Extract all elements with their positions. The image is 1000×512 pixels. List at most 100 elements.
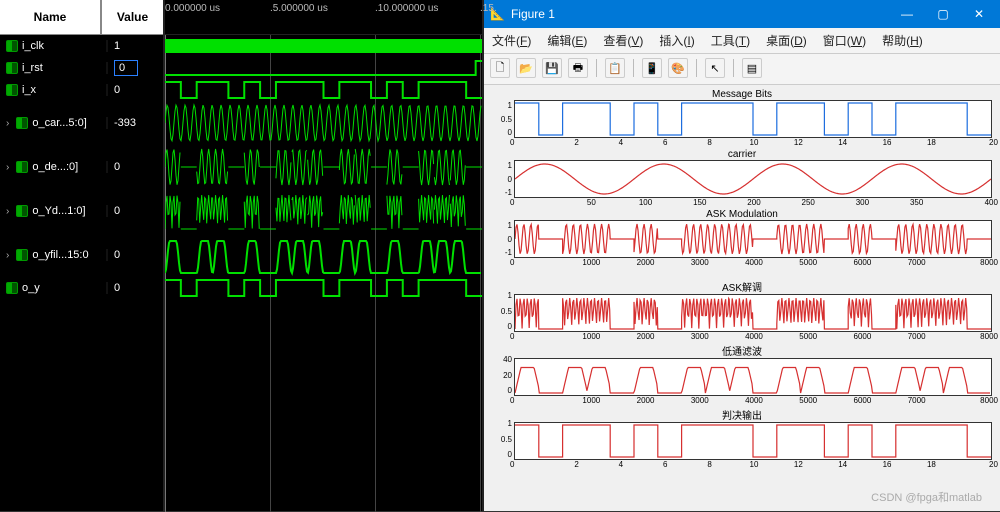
x-tick: 2000 [618, 396, 672, 405]
signal-row[interactable]: i_clk1 [0, 35, 163, 57]
x-tick: 10 [732, 138, 776, 147]
menu-item[interactable]: 工具(T) [711, 32, 750, 49]
waveform-viewer[interactable]: 0.000000 us.5.000000 us.10.000000 us.15. [163, 0, 484, 511]
signal-row[interactable]: o_y0 [0, 277, 163, 299]
y-tick: -1 [505, 248, 512, 257]
x-tick: 8000 [944, 396, 998, 405]
wave-row [165, 35, 482, 57]
title-bar[interactable]: 📐 Figure 1 — ▢ ✕ [484, 0, 1000, 28]
signal-row[interactable]: i_rst 0 [0, 57, 163, 79]
menu-item[interactable]: 文件(F) [492, 32, 531, 49]
signal-row[interactable]: i_x0 [0, 79, 163, 101]
color-icon[interactable]: 🎨 [668, 58, 688, 78]
toolbar-separator [696, 59, 697, 77]
signal-value: 0 [114, 249, 120, 261]
y-tick: 40 [503, 355, 512, 364]
x-tick: 18 [909, 138, 953, 147]
x-tick: 5000 [781, 396, 835, 405]
signal-name: i_rst [22, 62, 43, 74]
copy-icon[interactable]: 📋 [605, 58, 625, 78]
y-tick: 1 [508, 221, 512, 230]
menu-item[interactable]: 插入(I) [659, 32, 694, 49]
minimize-button[interactable]: — [892, 7, 922, 21]
signal-name: o_de...:0] [32, 161, 78, 173]
x-tick: 300 [835, 198, 889, 207]
x-tick: 4000 [727, 258, 781, 267]
time-tick: .15. [480, 3, 497, 14]
y-tick: 0.5 [501, 435, 512, 444]
pointer-icon[interactable]: ↖ [705, 58, 725, 78]
print-icon[interactable]: 🖶 [568, 58, 588, 78]
x-tick: 2 [554, 138, 598, 147]
x-tick: 2 [554, 460, 598, 469]
x-tick: 350 [890, 198, 944, 207]
x-tick: 7000 [890, 258, 944, 267]
menu-item[interactable]: 帮助(H) [882, 32, 923, 49]
x-tick: 0 [510, 198, 564, 207]
expand-icon[interactable] [6, 117, 12, 129]
x-tick: 14 [821, 138, 865, 147]
signal-value: 1 [114, 40, 120, 52]
signal-value: 0 [114, 161, 120, 173]
expand-icon[interactable] [6, 161, 12, 173]
axes[interactable] [514, 160, 992, 198]
matlab-figure-window: 📐 Figure 1 — ▢ ✕ 文件(F) 编辑(E) 查看(V) 插入(I) 工具(… [484, 0, 1000, 511]
y-tick: 0.5 [501, 307, 512, 316]
signal-name: o_y [22, 282, 40, 294]
signal-name: o_Yd...1:0] [32, 205, 85, 217]
signal-row[interactable]: o_de...:0] 0 [0, 145, 163, 189]
expand-icon[interactable] [6, 205, 12, 217]
y-tick: 1 [508, 101, 512, 110]
new-file-icon[interactable]: 🗋 [490, 58, 510, 78]
x-tick: 5000 [781, 332, 835, 341]
signal-icon [16, 161, 28, 173]
x-tick: 6 [643, 460, 687, 469]
menu-item[interactable]: 查看(V) [603, 32, 643, 49]
x-tick: 6000 [835, 396, 889, 405]
signal-value: 0 [114, 205, 120, 217]
y-tick: -1 [505, 188, 512, 197]
signal-row[interactable]: o_Yd...1:0] 0 [0, 189, 163, 233]
time-ruler: 0.000000 us.5.000000 us.10.000000 us.15. [165, 0, 482, 35]
panel-icon[interactable]: ▤ [742, 58, 762, 78]
header-value[interactable]: Value [102, 0, 163, 34]
x-tick: 150 [673, 198, 727, 207]
expand-icon[interactable] [6, 249, 12, 261]
y-tick: 0 [508, 128, 512, 137]
x-tick: 250 [781, 198, 835, 207]
menu-item[interactable]: 窗口(W) [823, 32, 866, 49]
signal-value: 0 [114, 60, 138, 76]
signal-icon [6, 40, 18, 52]
menu-item[interactable]: 桌面(D) [766, 32, 807, 49]
axes[interactable] [514, 100, 992, 138]
x-tick: 16 [865, 138, 909, 147]
signal-value: -393 [114, 117, 136, 129]
plot-title: ASK Modulation [490, 209, 994, 220]
signal-row[interactable]: o_car...5:0]-393 [0, 101, 163, 145]
y-tick: 0 [508, 235, 512, 244]
time-tick: 0.000000 us [165, 3, 220, 14]
signal-row[interactable]: o_yfil...15:00 [0, 233, 163, 277]
plot-title: 低通滤波 [490, 343, 994, 358]
plot: carrier10-1050100150200250300350400 [490, 149, 994, 207]
axes[interactable] [514, 422, 992, 460]
plot-title: carrier [490, 149, 994, 160]
watermark: CSDN @fpga和matlab [871, 489, 982, 505]
save-icon[interactable]: 💾 [542, 58, 562, 78]
open-icon[interactable]: 📂 [516, 58, 536, 78]
wave-row [165, 101, 482, 145]
y-tick: 0 [508, 450, 512, 459]
close-button[interactable]: ✕ [964, 7, 994, 21]
toolbar: 🗋 📂 💾 🖶 📋 📱 🎨 ↖ ▤ [484, 54, 1000, 85]
guide-icon[interactable]: 📱 [642, 58, 662, 78]
menu-item[interactable]: 编辑(E) [547, 32, 587, 49]
axes[interactable] [514, 220, 992, 258]
axes[interactable] [514, 294, 992, 332]
x-tick: 50 [564, 198, 618, 207]
axes[interactable] [514, 358, 992, 396]
x-tick: 7000 [890, 332, 944, 341]
y-tick: 1 [508, 419, 512, 428]
header-name[interactable]: Name [0, 0, 102, 34]
y-tick: 0 [508, 386, 512, 395]
maximize-button[interactable]: ▢ [928, 7, 958, 21]
